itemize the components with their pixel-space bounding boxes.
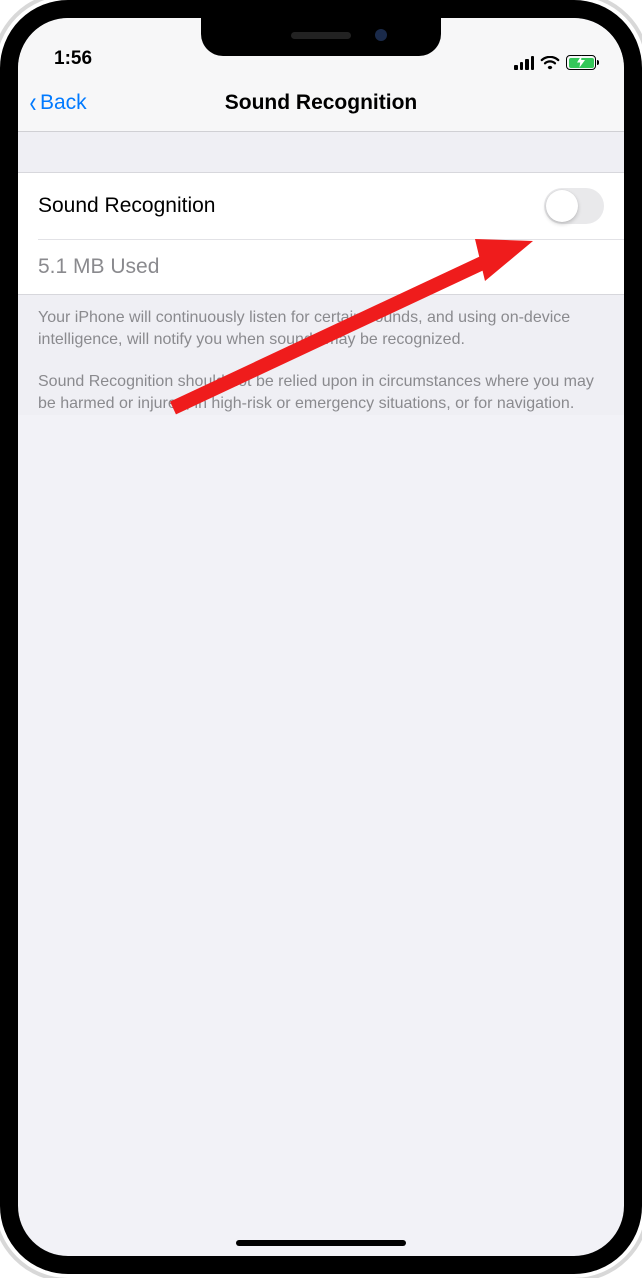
home-indicator[interactable]: [236, 1240, 406, 1246]
storage-used-row: 5.1 MB Used: [38, 239, 624, 294]
chevron-left-icon: ‹: [30, 88, 37, 118]
back-label: Back: [40, 91, 87, 115]
content: Sound Recognition 5.1 MB Used Your iPhon…: [18, 132, 624, 415]
nav-bar: ‹ Back Sound Recognition: [18, 74, 624, 132]
cellular-signal-icon: [514, 56, 534, 70]
battery-icon: [566, 55, 596, 70]
status-icons: [514, 55, 596, 70]
toggle-knob: [546, 190, 578, 222]
phone-frame: 1:56 ‹: [0, 0, 642, 1274]
notch: [201, 18, 441, 56]
toggle-label: Sound Recognition: [38, 194, 215, 218]
footer-text: Your iPhone will continuously listen for…: [18, 295, 624, 415]
back-button[interactable]: ‹ Back: [28, 88, 87, 118]
wifi-icon: [540, 56, 560, 70]
sound-recognition-toggle[interactable]: [544, 188, 604, 224]
settings-group: Sound Recognition 5.1 MB Used: [18, 172, 624, 295]
status-time: 1:56: [54, 48, 92, 70]
footer-paragraph-2: Sound Recognition should not be relied u…: [38, 371, 604, 415]
screen: 1:56 ‹: [18, 18, 624, 1256]
charging-bolt-icon: [577, 55, 585, 70]
storage-label: 5.1 MB Used: [38, 255, 159, 279]
page-title: Sound Recognition: [225, 91, 417, 115]
sound-recognition-row: Sound Recognition: [18, 173, 624, 239]
footer-paragraph-1: Your iPhone will continuously listen for…: [38, 307, 604, 351]
